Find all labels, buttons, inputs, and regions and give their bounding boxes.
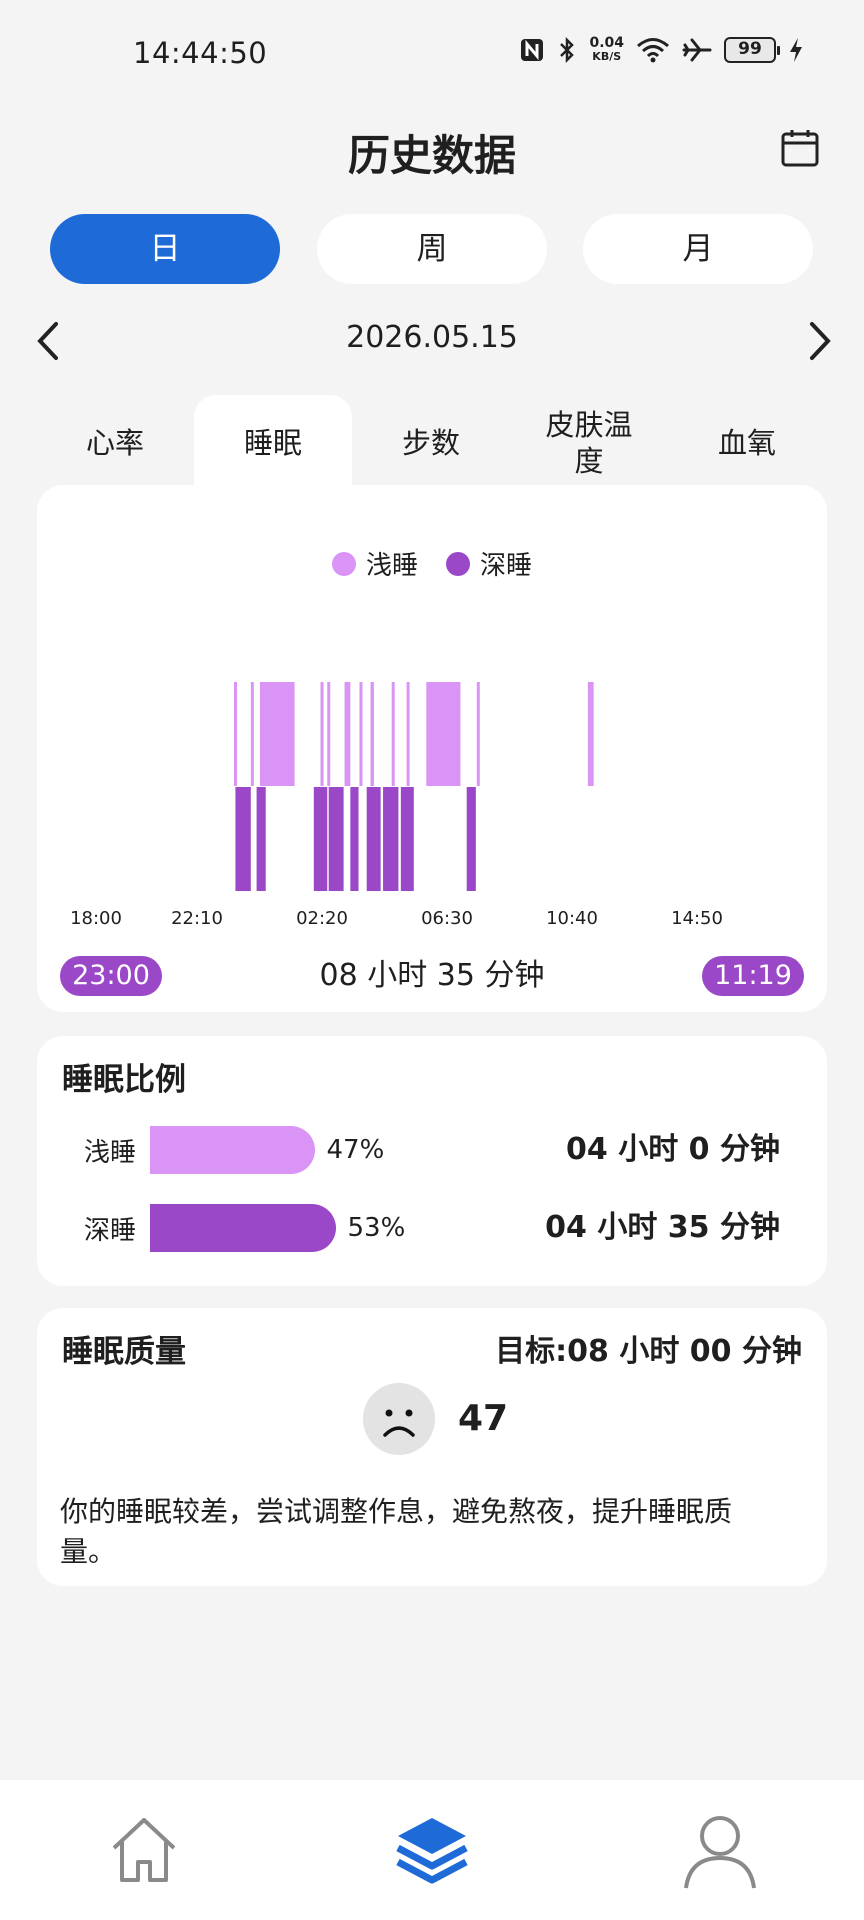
deep-sleep-duration: 04 小时 35 分钟: [545, 1210, 780, 1245]
deep-sleep-segment: [235, 787, 251, 891]
sleep-goal: 目标:08 小时 00 分钟: [495, 1334, 802, 1369]
tick-label: 18:00: [70, 908, 122, 929]
deep-sleep-segment: [366, 787, 381, 891]
light-sleep-segment: [259, 682, 295, 786]
sleep-quality-title: 睡眠质量: [62, 1334, 186, 1370]
bottom-nav: [0, 1780, 864, 1920]
sleep-score: 47: [458, 1398, 509, 1439]
sleep-end-pill: 11:19: [702, 956, 804, 996]
deep-sleep-segment: [400, 787, 414, 891]
deep-sleep-bar: [150, 1204, 336, 1252]
deep-sleep-segment: [313, 787, 328, 891]
light-sleep-segment: [320, 682, 324, 786]
light-sleep-segment: [476, 682, 480, 786]
ratio-row-deep: 深睡 53%: [84, 1203, 405, 1253]
light-sleep-segment: [391, 682, 395, 786]
light-sleep-segment: [587, 682, 594, 786]
deep-sleep-segment: [466, 787, 476, 891]
light-sleep-segment: [359, 682, 363, 786]
sleep-ratio-title: 睡眠比例: [62, 1062, 186, 1098]
deep-sleep-segment: [256, 787, 266, 891]
home-icon[interactable]: [104, 1810, 184, 1890]
layers-icon[interactable]: [392, 1810, 472, 1890]
light-sleep-segment: [233, 682, 237, 786]
light-sleep-segment: [426, 682, 461, 786]
ratio-percent: 47%: [326, 1135, 385, 1165]
light-sleep-segment: [327, 682, 331, 786]
sleep-chart: [233, 682, 594, 891]
profile-icon[interactable]: [680, 1810, 760, 1890]
tick-label: 14:50: [671, 908, 723, 929]
deep-sleep-segment: [350, 787, 359, 891]
tick-label: 02:20: [296, 908, 348, 929]
light-sleep-segment: [370, 682, 374, 786]
light-sleep-segment: [250, 682, 254, 786]
sad-face-icon: [363, 1383, 435, 1455]
ratio-percent: 53%: [347, 1213, 406, 1243]
tick-label: 06:30: [421, 908, 473, 929]
sleep-advice: 你的睡眠较差，尝试调整作息，避免熬夜，提升睡眠质量。: [60, 1495, 733, 1568]
light-sleep-segment: [406, 682, 410, 786]
light-sleep-bar: [150, 1126, 315, 1174]
ratio-row-light: 浅睡 47%: [84, 1125, 384, 1175]
ratio-label: 深睡: [84, 1215, 137, 1246]
tick-label: 10:40: [546, 908, 598, 929]
light-sleep-duration: 04 小时 0 分钟: [566, 1132, 780, 1167]
deep-sleep-segment: [328, 787, 344, 891]
deep-sleep-segment: [383, 787, 399, 891]
tick-label: 22:10: [171, 908, 223, 929]
time-axis: 18:00 22:10 02:20 06:30 10:40 14:50: [0, 908, 864, 932]
ratio-label: 浅睡: [84, 1137, 137, 1168]
light-sleep-segment: [344, 682, 351, 786]
